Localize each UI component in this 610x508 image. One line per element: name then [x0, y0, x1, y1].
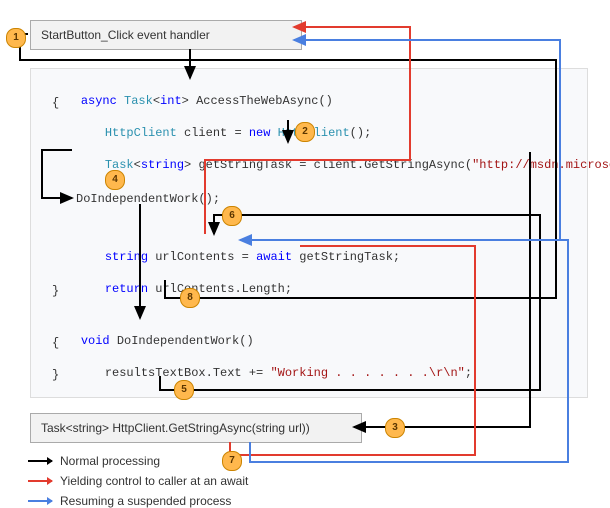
code-close1: }: [52, 284, 59, 298]
box-getstringasync: Task<string> HttpClient.GetStringAsync(s…: [30, 413, 362, 443]
legend-resume: Resuming a suspended process: [28, 494, 248, 508]
code-results: resultsTextBox.Text += "Working . . . . …: [76, 352, 472, 394]
badge-5: 5: [174, 380, 194, 400]
badge-3: 3: [385, 418, 405, 438]
arrow-icon: [28, 480, 52, 482]
legend-resume-label: Resuming a suspended process: [60, 494, 231, 508]
legend-yield: Yielding control to caller at an await: [28, 474, 248, 488]
box-start-handler: StartButton_Click event handler: [30, 20, 302, 50]
diagram-stage: StartButton_Click event handler async Ta…: [0, 0, 610, 503]
code-open1: {: [52, 96, 59, 110]
legend-normal-label: Normal processing: [60, 454, 160, 468]
code-getstringtask: Task<string> getStringTask = client.GetS…: [76, 144, 610, 186]
legend: Normal processing Yielding control to ca…: [28, 448, 248, 508]
badge-8: 8: [180, 288, 200, 308]
code-doindep-call: DoIndependentWork();: [76, 192, 220, 206]
code-open2: {: [52, 336, 59, 350]
arrow-icon: [28, 460, 52, 462]
badge-1: 1: [6, 28, 26, 48]
badge-2: 2: [295, 122, 315, 142]
badge-4: 4: [105, 170, 125, 190]
legend-yield-label: Yielding control to caller at an await: [60, 474, 248, 488]
code-close2: }: [52, 368, 59, 382]
legend-normal: Normal processing: [28, 454, 248, 468]
badge-6: 6: [222, 206, 242, 226]
arrow-icon: [28, 500, 52, 502]
